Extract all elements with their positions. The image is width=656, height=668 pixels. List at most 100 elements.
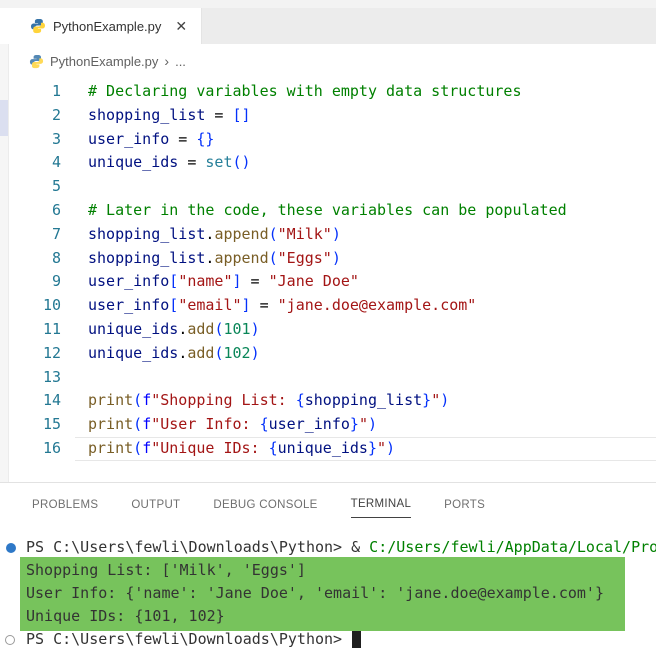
token-brk: )	[250, 343, 260, 362]
code-line-14[interactable]: 14 print(f"Shopping List: {shopping_list}…	[9, 389, 656, 413]
token-str: "jane.doe@example.com"	[277, 296, 477, 315]
terminal-text: PS C:\Users\fewli\Downloads\Python> &	[26, 538, 370, 556]
code-line-15[interactable]: 15 print(f"User Info: {user_info}")	[9, 413, 656, 437]
code-text: print(f"User Info: {user_info}")	[88, 413, 377, 437]
code-text: shopping_list.append("Eggs")	[88, 247, 341, 271]
token-brk: (	[268, 248, 278, 267]
titlebar-strip	[0, 0, 656, 8]
line-number[interactable]: 3	[9, 128, 61, 152]
code-line-10[interactable]: 10 user_info["email"] = "jane.doe@example…	[9, 294, 656, 318]
token-str: "email"	[178, 296, 242, 315]
panel-tab-ports[interactable]: PORTS	[444, 493, 485, 518]
token-brk: }	[367, 438, 377, 457]
code-line-16[interactable]: 16 print(f"Unique IDs: {unique_ids}")	[9, 436, 656, 461]
terminal-line: Shopping List: ['Milk', 'Eggs']	[0, 559, 656, 582]
line-number[interactable]: 4	[9, 151, 61, 175]
line-number[interactable]: 1	[9, 80, 61, 104]
terminal-text: User Info: {'name': 'Jane Doe', 'email':…	[26, 584, 604, 602]
line-number[interactable]: 2	[9, 104, 61, 128]
terminal-line: Unique IDs: {101, 102}	[0, 605, 656, 628]
code-text: user_info = {}	[88, 128, 214, 152]
token-pun: =	[205, 105, 233, 124]
line-number[interactable]: 10	[9, 294, 61, 318]
token-var: shopping_list	[304, 391, 423, 410]
token-var: shopping_list	[88, 224, 206, 243]
token-var: user_info	[88, 129, 170, 148]
token-brk: ]	[241, 296, 251, 315]
code-line-1[interactable]: 1 # Declaring variables with empty data s…	[9, 80, 656, 104]
token-num: 102	[223, 343, 251, 362]
token-str: "Jane Doe"	[268, 272, 359, 291]
token-brk: )	[440, 391, 450, 410]
editor-left-strip	[0, 44, 9, 482]
tab-title: PythonExample.py	[53, 18, 162, 34]
panel-tab-terminal[interactable]: TERMINAL	[350, 492, 412, 518]
terminal-text: Shopping List: ['Milk', 'Eggs']	[26, 561, 306, 579]
code-line-8[interactable]: 8 shopping_list.append("Eggs")	[9, 247, 656, 271]
line-number[interactable]: 6	[9, 199, 61, 223]
code-line-2[interactable]: 2 shopping_list = []	[9, 104, 656, 128]
code-text: shopping_list = []	[88, 104, 251, 128]
token-kw: f	[142, 438, 152, 457]
token-var: user_info	[268, 415, 350, 434]
code-line-12[interactable]: 12 unique_ids.add(102)	[9, 342, 656, 366]
close-icon[interactable]: ✕	[175, 19, 187, 33]
token-pun: =	[178, 153, 206, 172]
hollow-circle-icon	[5, 634, 15, 645]
line-number[interactable]: 13	[9, 366, 61, 390]
token-brk: (	[133, 391, 143, 410]
tabbar-left-gap	[0, 8, 16, 44]
token-str: "	[358, 415, 368, 434]
code-line-11[interactable]: 11 unique_ids.add(101)	[9, 318, 656, 342]
token-var: unique_ids	[277, 438, 368, 457]
terminal-text: C:/Users/fewli/AppData/Local/Pro	[369, 538, 656, 556]
line-number[interactable]: 12	[9, 342, 61, 366]
token-brk: {	[259, 415, 269, 434]
breadcrumb-symbol-ellipsis[interactable]: ...	[175, 54, 186, 69]
terminal-line: User Info: {'name': 'Jane Doe', 'email':…	[0, 582, 656, 605]
code-line-4[interactable]: 4 unique_ids = set()	[9, 151, 656, 175]
code-editor[interactable]: 1 # Declaring variables with empty data s…	[9, 80, 656, 462]
line-number[interactable]: 5	[9, 175, 61, 199]
line-number[interactable]: 8	[9, 247, 61, 271]
token-brk: }	[349, 415, 359, 434]
line-number[interactable]: 14	[9, 389, 61, 413]
line-number[interactable]: 9	[9, 270, 61, 294]
token-fn: print	[88, 391, 134, 410]
vscode-window: PythonExample.py ✕ PythonExample.py › ..…	[0, 0, 656, 668]
token-str: "Milk"	[277, 224, 332, 243]
code-line-9[interactable]: 9 user_info["name"] = "Jane Doe"	[9, 270, 656, 294]
code-line-3[interactable]: 3 user_info = {}	[9, 128, 656, 152]
tab-pythonexample[interactable]: PythonExample.py ✕	[16, 8, 203, 44]
scroll-thumb[interactable]	[0, 100, 8, 136]
token-pun: .	[178, 319, 188, 338]
code-line-5[interactable]: 5	[9, 175, 656, 199]
token-var: unique_ids	[88, 343, 179, 362]
token-fn: append	[214, 224, 269, 243]
token-brk: )	[331, 224, 341, 243]
panel-tab-problems[interactable]: PROBLEMS	[32, 493, 98, 518]
token-pun: =	[241, 272, 269, 291]
code-line-7[interactable]: 7 shopping_list.append("Milk")	[9, 223, 656, 247]
code-line-13[interactable]: 13	[9, 366, 656, 390]
line-number[interactable]: 16	[9, 437, 61, 461]
token-str: "	[431, 391, 441, 410]
line-number[interactable]: 7	[9, 223, 61, 247]
token-fn: add	[187, 343, 215, 362]
code-text: user_info["email"] = "jane.doe@example.c…	[88, 294, 476, 318]
token-fn: print	[88, 438, 134, 457]
token-kw: f	[142, 415, 152, 434]
line-number[interactable]: 15	[9, 413, 61, 437]
terminal[interactable]: PS C:\Users\fewli\Downloads\Python> & C:…	[0, 536, 656, 668]
token-brk: (	[133, 415, 143, 434]
blue-dot-icon	[6, 542, 16, 553]
code-text: # Later in the code, these variables can…	[88, 199, 567, 223]
code-line-6[interactable]: 6 # Later in the code, these variables ca…	[9, 199, 656, 223]
chevron-right-icon: ›	[164, 53, 170, 69]
panel-tab-bar: PROBLEMS OUTPUT DEBUG CONSOLE TERMINAL PORTS	[0, 483, 656, 527]
panel-tab-debug-console[interactable]: DEBUG CONSOLE	[213, 493, 317, 518]
panel-tab-output[interactable]: OUTPUT	[131, 493, 180, 518]
token-brk: ]	[232, 272, 242, 291]
breadcrumb-file[interactable]: PythonExample.py	[50, 54, 158, 69]
line-number[interactable]: 11	[9, 318, 61, 342]
